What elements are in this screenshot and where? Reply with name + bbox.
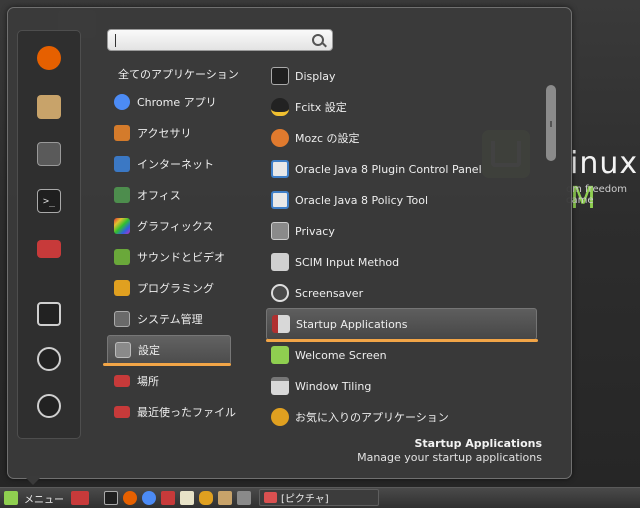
show-desktop-icon xyxy=(71,491,89,505)
favorite-folder[interactable] xyxy=(34,234,64,264)
app-fcitx-settings[interactable]: Fcitx 設定 xyxy=(266,92,536,122)
image-viewer-icon xyxy=(218,491,232,505)
preferences-icon xyxy=(115,342,131,358)
favorite-logout[interactable] xyxy=(34,344,64,374)
display-icon xyxy=(271,67,289,85)
folder-icon xyxy=(37,240,61,258)
package-manager-icon xyxy=(37,95,61,119)
category-places[interactable]: 場所 xyxy=(107,367,231,395)
launcher-terminal[interactable] xyxy=(104,491,118,505)
favorite-shutdown[interactable] xyxy=(34,391,64,421)
camera-icon xyxy=(237,491,251,505)
launcher-firefox[interactable] xyxy=(123,491,137,505)
mint-icon xyxy=(271,346,289,364)
mozc-icon xyxy=(271,129,289,147)
favorite-lock-screen[interactable] xyxy=(34,299,64,329)
text-cursor xyxy=(115,34,116,47)
launcher-butterfly[interactable] xyxy=(199,491,213,505)
terminal-icon: >_ xyxy=(37,189,61,213)
scrollbar-thumb[interactable] xyxy=(546,85,556,161)
taskbar: メニュー [ピクチャ] xyxy=(0,487,640,508)
star-icon xyxy=(271,408,289,426)
search-icon xyxy=(312,34,324,46)
search-input[interactable] xyxy=(108,30,314,50)
app-java-control-panel[interactable]: Oracle Java 8 Plugin Control Panel xyxy=(266,154,536,184)
java-icon xyxy=(271,191,289,209)
favorite-system-settings[interactable] xyxy=(34,139,64,169)
system-admin-icon xyxy=(114,311,130,327)
app-java-policy-tool[interactable]: Oracle Java 8 Policy Tool xyxy=(266,185,536,215)
app-window-tiling[interactable]: Window Tiling xyxy=(266,371,536,401)
mint-menu-icon xyxy=(4,491,18,505)
app-privacy[interactable]: Privacy xyxy=(266,216,536,246)
logout-icon xyxy=(37,347,61,371)
selected-app-description: Manage your startup applications xyxy=(357,451,542,464)
launcher-chrome[interactable] xyxy=(142,491,156,505)
office-icon xyxy=(114,187,130,203)
accessories-icon xyxy=(114,125,130,141)
app-mozc-settings[interactable]: Mozc の設定 xyxy=(266,123,536,153)
launcher-show-desktop[interactable] xyxy=(71,491,89,505)
launcher-image-viewer[interactable] xyxy=(218,491,232,505)
keyboard-icon xyxy=(271,253,289,271)
privacy-icon xyxy=(271,222,289,240)
window-tiling-icon xyxy=(271,377,289,395)
brand-tagline: om freedom came xyxy=(566,184,627,206)
category-programming[interactable]: プログラミング xyxy=(107,274,231,302)
chrome-icon xyxy=(142,491,156,505)
menu-button[interactable]: メニュー xyxy=(4,491,64,506)
category-preferences[interactable]: 設定 xyxy=(107,335,231,365)
text-editor-icon xyxy=(180,491,194,505)
java-icon xyxy=(271,160,289,178)
favorite-terminal[interactable]: >_ xyxy=(34,186,64,216)
category-internet[interactable]: インターネット xyxy=(107,150,231,178)
taskbar-window-pictures[interactable]: [ピクチャ] xyxy=(259,489,379,506)
category-graphics[interactable]: グラフィックス xyxy=(107,212,231,240)
graphics-icon xyxy=(114,218,130,234)
launcher-folder[interactable] xyxy=(161,491,175,505)
internet-icon xyxy=(114,156,130,172)
folder-icon xyxy=(264,492,277,503)
penguin-icon xyxy=(271,98,289,116)
search-field[interactable] xyxy=(107,29,333,51)
startup-applications-icon xyxy=(272,315,290,333)
firefox-icon xyxy=(37,46,61,70)
menu-pointer-arrow xyxy=(24,476,42,485)
category-recent-files[interactable]: 最近使ったファイル xyxy=(107,398,236,426)
places-folder-icon xyxy=(114,375,130,387)
category-office[interactable]: オフィス xyxy=(107,181,231,209)
firefox-icon xyxy=(123,491,137,505)
power-icon xyxy=(37,394,61,418)
active-category-highlight xyxy=(103,363,231,366)
sound-video-icon xyxy=(114,249,130,265)
favorite-firefox[interactable] xyxy=(34,43,64,73)
favorite-package-manager[interactable] xyxy=(34,92,64,122)
favorites-bar: >_ xyxy=(17,30,81,439)
launcher-screenshot[interactable] xyxy=(237,491,251,505)
app-scim-input-method[interactable]: SCIM Input Method xyxy=(266,247,536,277)
chrome-icon xyxy=(114,94,130,110)
app-display[interactable]: Display xyxy=(266,61,536,91)
recent-files-icon xyxy=(114,406,130,418)
category-sound-video[interactable]: サウンドとビデオ xyxy=(107,243,231,271)
category-all-applications[interactable]: 全てのアプリケーション xyxy=(118,66,239,82)
category-chrome-apps[interactable]: Chrome アプリ xyxy=(107,88,231,116)
category-system-administration[interactable]: システム管理 xyxy=(107,305,231,333)
launcher-text-editor[interactable] xyxy=(180,491,194,505)
app-screensaver[interactable]: Screensaver xyxy=(266,278,536,308)
app-welcome-screen[interactable]: Welcome Screen xyxy=(266,340,536,370)
selected-app-title: Startup Applications xyxy=(414,437,542,450)
lock-icon xyxy=(37,302,61,326)
category-accessories[interactable]: アクセサリ xyxy=(107,119,231,147)
folder-icon xyxy=(161,491,175,505)
app-startup-applications[interactable]: Startup Applications xyxy=(266,308,537,340)
terminal-icon xyxy=(104,491,118,505)
butterfly-icon xyxy=(199,491,213,505)
screensaver-icon xyxy=(271,284,289,302)
system-settings-icon xyxy=(37,142,61,166)
programming-icon xyxy=(114,280,130,296)
app-favorite-applications[interactable]: お気に入りのアプリケーション xyxy=(266,402,536,432)
